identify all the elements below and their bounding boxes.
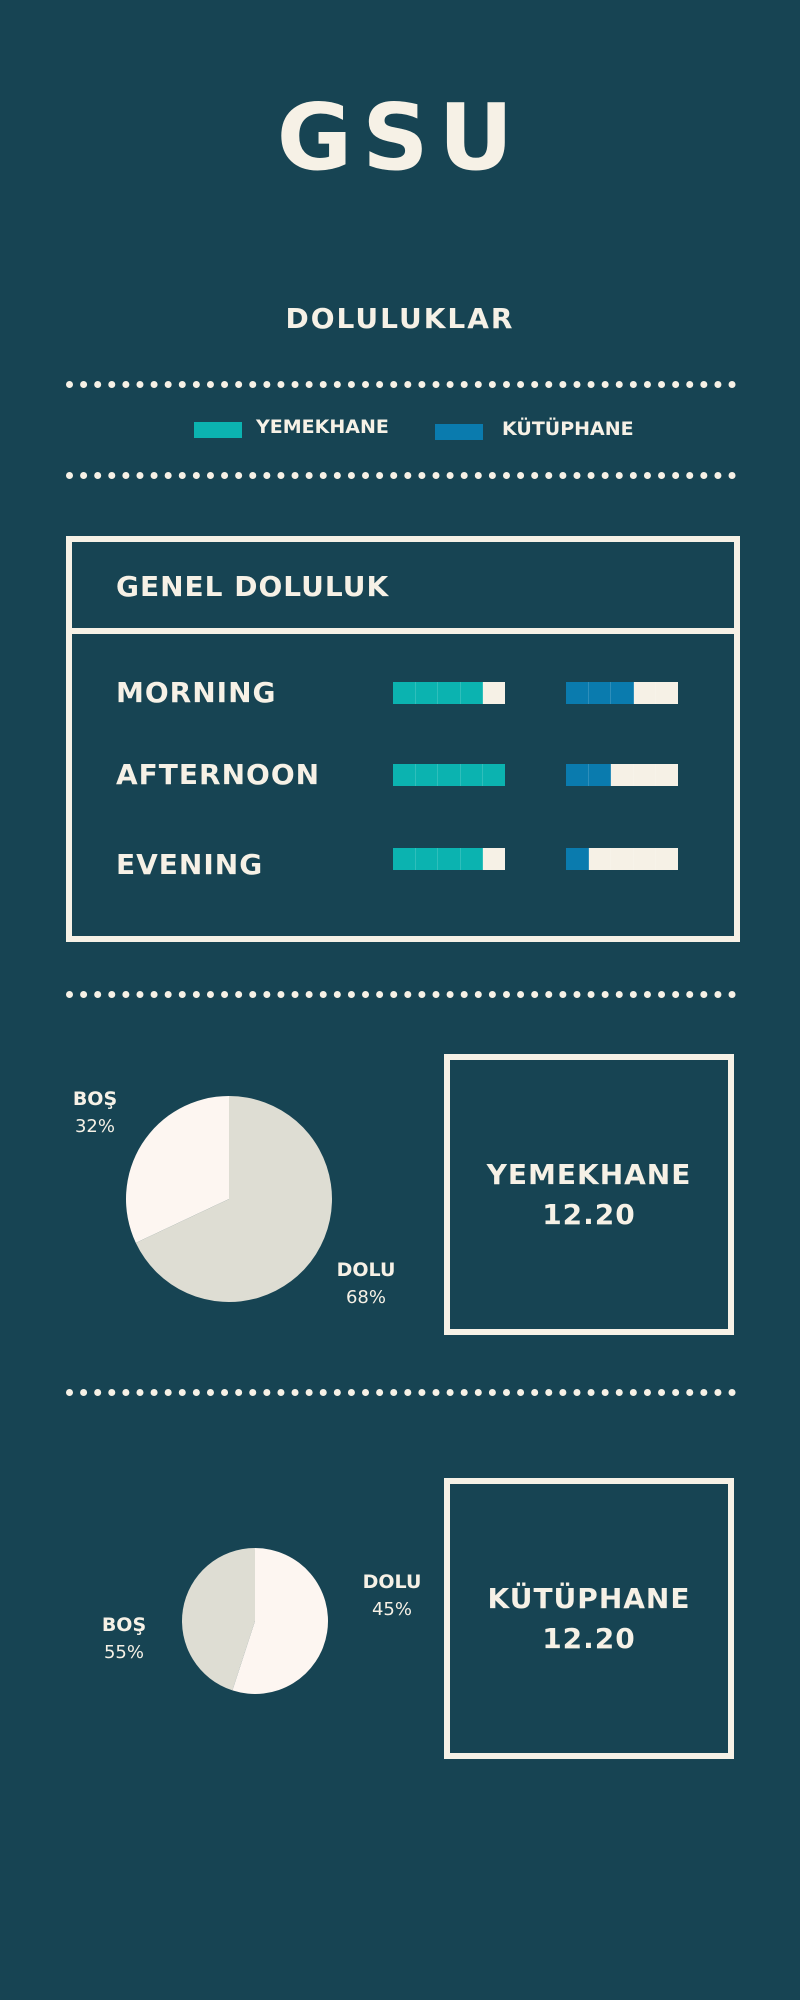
pie-chart-kutuphane — [182, 1548, 328, 1694]
divider-dotted — [66, 991, 736, 998]
bar-kutuphane-evening — [566, 848, 678, 870]
panel-title: GENEL DOLULUK — [116, 570, 390, 603]
bar-cell-filled — [566, 764, 589, 786]
legend-swatch-yemekhane — [194, 422, 242, 438]
legend-label-kutuphane: KÜTÜPHANE — [502, 418, 634, 440]
bar-cell-filled — [611, 682, 634, 704]
pie-chart-yemekhane — [126, 1096, 332, 1302]
card-yemekhane-title: YEMEKHANE — [486, 1158, 692, 1192]
bar-cell-empty — [633, 848, 657, 870]
pie2-label-bos: BOŞ 55% — [84, 1612, 164, 1666]
bar-cell-filled — [393, 682, 416, 704]
bar-cell-filled — [460, 848, 484, 870]
bar-cell-filled — [393, 848, 416, 870]
pie2-dolu-percent: 45% — [371, 1598, 412, 1620]
divider-dotted — [66, 472, 736, 479]
card-kutuphane-time: 12.20 — [542, 1621, 636, 1655]
bar-cell-empty — [656, 764, 678, 786]
bar-cell-empty — [611, 848, 634, 870]
pie1-label-dolu: DOLU 68% — [326, 1257, 406, 1311]
bar-cell-filled — [393, 764, 416, 786]
row-label-evening: EVENING — [116, 848, 264, 881]
legend-label-yemekhane: YEMEKHANE — [256, 416, 389, 438]
bar-cell-filled — [415, 764, 439, 786]
bar-kutuphane-morning — [566, 682, 678, 704]
bar-cell-empty — [588, 848, 612, 870]
bar-cell-empty — [656, 682, 678, 704]
bar-cell-filled — [438, 682, 461, 704]
bar-yemekhane-morning — [393, 682, 505, 704]
row-label-afternoon: AFTERNOON — [116, 758, 321, 791]
pie1-label-bos: BOŞ 32% — [55, 1086, 135, 1140]
app-logo: GSU — [276, 84, 524, 191]
panel-header: GENEL DOLULUK — [72, 542, 734, 634]
card-yemekhane: YEMEKHANE 12.20 — [444, 1054, 734, 1335]
card-yemekhane-time: 12.20 — [542, 1197, 636, 1231]
bar-cell-empty — [483, 682, 505, 704]
pie2-label-dolu: DOLU 45% — [352, 1569, 432, 1623]
divider-dotted — [66, 381, 736, 388]
bar-cell-empty — [483, 848, 505, 870]
pie1-dolu-name: DOLU — [336, 1259, 396, 1281]
bar-cell-filled — [415, 682, 439, 704]
bar-yemekhane-afternoon — [393, 764, 505, 786]
bar-cell-empty — [611, 764, 634, 786]
divider-dotted — [66, 1389, 736, 1396]
bar-cell-empty — [633, 764, 657, 786]
page-subtitle: DOLULUKLAR — [285, 302, 515, 335]
pie2-bos-percent: 55% — [103, 1641, 144, 1663]
pie2-dolu-name: DOLU — [362, 1571, 422, 1593]
bar-cell-filled — [566, 848, 589, 870]
bar-cell-filled — [566, 682, 589, 704]
bar-cell-filled — [438, 848, 461, 870]
pie1-bos-name: BOŞ — [72, 1088, 118, 1110]
bar-cell-filled — [460, 764, 484, 786]
row-label-morning: MORNING — [116, 676, 277, 709]
bar-cell-filled — [588, 682, 612, 704]
occupancy-panel: GENEL DOLULUK MORNING AFTERNOON EVENING — [66, 536, 740, 942]
legend-swatch-kutuphane — [435, 424, 483, 440]
bar-cell-filled — [588, 764, 612, 786]
card-kutuphane: KÜTÜPHANE 12.20 — [444, 1478, 734, 1759]
card-kutuphane-title: KÜTÜPHANE — [487, 1582, 691, 1616]
bar-yemekhane-evening — [393, 848, 505, 870]
bar-cell-empty — [656, 848, 678, 870]
bar-cell-filled — [483, 764, 505, 786]
bar-cell-filled — [460, 682, 484, 704]
pie2-bos-name: BOŞ — [101, 1614, 147, 1636]
bar-cell-filled — [438, 764, 461, 786]
pie1-bos-percent: 32% — [74, 1115, 115, 1137]
bar-cell-empty — [633, 682, 657, 704]
bar-cell-filled — [415, 848, 439, 870]
bar-kutuphane-afternoon — [566, 764, 678, 786]
pie1-dolu-percent: 68% — [345, 1286, 386, 1308]
